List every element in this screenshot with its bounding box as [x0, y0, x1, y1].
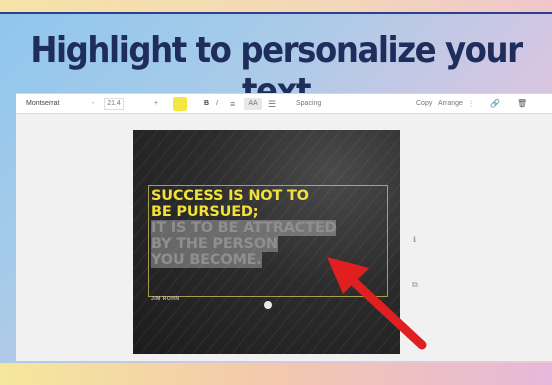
font-size-decrease-button[interactable]: - [92, 98, 94, 110]
quote-text-box[interactable]: SUCCESS IS NOT TO BE PURSUED; IT IS TO B… [151, 188, 391, 268]
font-size-increase-button[interactable]: + [154, 98, 158, 110]
quote-line-highlighted: IT IS TO BE ATTRACTED [151, 220, 337, 236]
quote-line: SUCCESS IS NOT TO [151, 188, 309, 204]
quote-line: BE PURSUED; [151, 204, 259, 220]
uppercase-button[interactable]: AA [244, 98, 262, 110]
text-toolbar: Montserrat - 21.4 + B I ≡ AA ☰ Spacing C… [16, 94, 552, 114]
arrange-button[interactable]: Arrange [438, 98, 463, 110]
quote-line-highlighted: BY THE PERSON [151, 236, 278, 252]
slide-bottom-border [0, 363, 552, 385]
italic-button[interactable]: I [216, 98, 218, 110]
duplicate-icon[interactable]: ⧉ [412, 280, 418, 290]
link-icon[interactable]: 🔗 [490, 98, 500, 110]
quote-line-highlighted: YOU BECOME. [151, 252, 262, 268]
position-icon[interactable]: ⫶ [470, 98, 472, 110]
list-icon[interactable]: ☰ [268, 98, 276, 110]
rotate-handle-icon[interactable] [264, 301, 272, 309]
quote-author: JIM ROHN [151, 296, 180, 302]
bold-button[interactable]: B [204, 98, 209, 110]
copy-button[interactable]: Copy [416, 98, 432, 110]
spacing-button[interactable]: Spacing [296, 98, 321, 110]
text-color-button[interactable] [173, 97, 187, 111]
design-canvas[interactable]: SUCCESS IS NOT TO BE PURSUED; IT IS TO B… [133, 130, 400, 354]
info-icon[interactable]: ℹ [413, 235, 416, 244]
editor-app: Montserrat - 21.4 + B I ≡ AA ☰ Spacing C… [16, 93, 552, 361]
font-family-select[interactable]: Montserrat [26, 98, 78, 110]
font-size-input[interactable]: 21.4 [104, 98, 124, 110]
trash-icon[interactable]: 🗑 [517, 98, 527, 110]
align-icon[interactable]: ≡ [230, 98, 235, 110]
slide-top-border [0, 0, 552, 14]
